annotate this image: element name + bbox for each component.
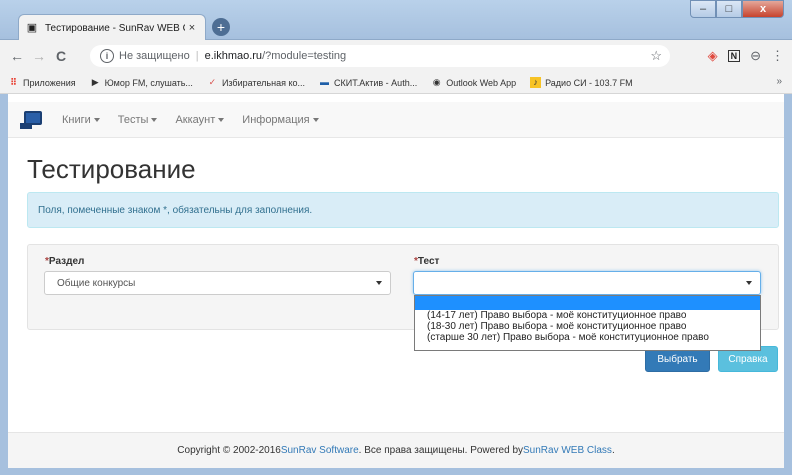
bookmark-humor-fm[interactable]: ▶ Юмор FM, слушать... (90, 77, 193, 88)
window-frame-bottom (0, 468, 792, 475)
bookmark-election[interactable]: ✓ Избирательная ко... (207, 77, 305, 88)
menu-label: Информация (242, 113, 310, 126)
footer-company-link[interactable]: SunRav Software (281, 445, 359, 456)
site-favicon-icon: ▣ (26, 22, 38, 34)
back-arrow-icon[interactable]: ← (6, 48, 28, 64)
section-label: *Раздел (45, 256, 84, 267)
check-icon: ✓ (208, 77, 217, 87)
caret-down-icon (151, 117, 158, 122)
menu-label: Книги (62, 113, 91, 126)
test-select[interactable] (413, 271, 761, 295)
menu-dots-icon[interactable]: ⋮ (771, 48, 784, 64)
test-option-empty[interactable] (415, 296, 760, 310)
address-host: e.ikhmao.ru (204, 50, 263, 62)
info-icon[interactable]: i (100, 49, 114, 63)
window-frame-left (0, 94, 8, 475)
globe-icon: ◉ (432, 77, 441, 87)
card-icon: ▬ (320, 77, 329, 87)
site-navbar: Книги Тесты Аккаунт Информация (8, 102, 784, 138)
footer-product-link[interactable]: SunRav WEB Class (523, 445, 612, 456)
address-bar[interactable]: i Не защищено | e.ikhmao.ru /?module=tes… (90, 45, 670, 67)
bookmarks-bar: ⠿ Приложения ▶ Юмор FM, слушать... ✓ Изб… (0, 72, 792, 94)
section-select[interactable]: Общие конкурсы (44, 271, 391, 295)
reload-icon[interactable]: C (50, 48, 72, 64)
footer-rights: . Все права защищены. Powered by (358, 445, 524, 456)
page-footer: Copyright © 2002-2016 SunRav Software . … (8, 432, 784, 468)
section-select-value: Общие конкурсы (57, 277, 136, 289)
test-label: *Тест (414, 256, 439, 267)
alert-text: Поля, помеченные знаком *, обязательны д… (38, 204, 313, 216)
footer-end: . (611, 445, 615, 456)
test-dropdown-list: (14-17 лет) Право выбора - моё конституц… (414, 295, 761, 351)
window-frame-right (784, 94, 792, 475)
apps-grid-icon: ⠿ (10, 77, 17, 87)
browser-tab[interactable]: ▣ Тестирование - SunRav WEB Cla × (18, 14, 206, 41)
tab-title: Тестирование - SunRav WEB Cla (45, 22, 185, 34)
menu-label: Тесты (117, 113, 149, 126)
close-window-button[interactable]: x (742, 0, 784, 18)
play-icon: ▶ (91, 77, 99, 87)
test-option-14-17[interactable]: (14-17 лет) Право выбора - моё конституц… (415, 310, 760, 321)
address-path: /?module=testing (262, 50, 347, 62)
bookmark-label: Outlook Web App (446, 77, 517, 88)
radio-icon: ♪ (530, 77, 542, 88)
section-label-text: Раздел (48, 256, 85, 267)
bookmark-apps[interactable]: ⠿ Приложения (8, 77, 76, 88)
menu-label: Аккаунт (175, 113, 216, 126)
chevron-down-icon (746, 281, 752, 285)
security-status: Не защищено (119, 50, 190, 62)
bookmark-label: Юмор FM, слушать... (104, 77, 193, 88)
footer-copyright: Copyright © 2002-2016 (177, 445, 281, 456)
profile-icon[interactable]: ⊖ (750, 48, 761, 64)
minimize-button[interactable]: – (690, 0, 716, 18)
menu-account[interactable]: Аккаунт (175, 113, 225, 126)
bookmark-outlook[interactable]: ◉ Outlook Web App (431, 77, 516, 88)
bookmark-label: Радио СИ - 103.7 FM (545, 77, 633, 88)
page-title: Тестирование (27, 154, 196, 184)
browser-chrome: ▣ Тестирование - SunRav WEB Cla × + – □ … (0, 0, 792, 102)
bookmark-label: Приложения (23, 77, 76, 88)
forward-arrow-icon[interactable]: → (28, 48, 50, 64)
bookmark-star-icon[interactable]: ☆ (650, 48, 662, 64)
required-fields-alert: Поля, помеченные знаком *, обязательны д… (27, 192, 779, 228)
bookmark-radio[interactable]: ♪ Радио СИ - 103.7 FM (530, 77, 633, 88)
test-option-18-30[interactable]: (18-30 лет) Право выбора - моё конституц… (415, 321, 760, 332)
window-controls: – □ x (690, 0, 784, 18)
maximize-button[interactable]: □ (716, 0, 742, 18)
menu-tests[interactable]: Тесты (118, 114, 158, 126)
menu-books[interactable]: Книги (62, 114, 100, 126)
chevron-down-icon (376, 281, 382, 285)
extension-n-icon[interactable]: N (727, 50, 741, 62)
test-option-over-30[interactable]: (старше 30 лет) Право выбора - моё конст… (415, 332, 760, 343)
site-logo-icon[interactable] (20, 109, 50, 131)
extensions-area: ◈ N ⊖ ⋮ (708, 48, 784, 64)
bookmark-skit[interactable]: ▬ СКИТ.Актив - Auth... (319, 77, 417, 88)
tab-close-icon[interactable]: × (185, 22, 199, 34)
menu-info[interactable]: Информация (242, 113, 319, 126)
bookmark-label: Избирательная ко... (221, 77, 305, 88)
title-bar: ▣ Тестирование - SunRav WEB Cla × + – □ … (0, 0, 792, 41)
caret-down-icon (218, 117, 225, 122)
bookmarks-more-icon[interactable]: » (776, 76, 782, 87)
caret-down-icon (312, 117, 319, 122)
address-separator: | (195, 50, 199, 62)
bookmark-label: СКИТ.Актив - Auth... (334, 77, 418, 88)
test-label-text: Тест (417, 256, 440, 267)
caret-down-icon (93, 117, 100, 122)
new-tab-button[interactable]: + (212, 18, 230, 36)
extension-arrow-icon[interactable]: ◈ (708, 48, 718, 64)
